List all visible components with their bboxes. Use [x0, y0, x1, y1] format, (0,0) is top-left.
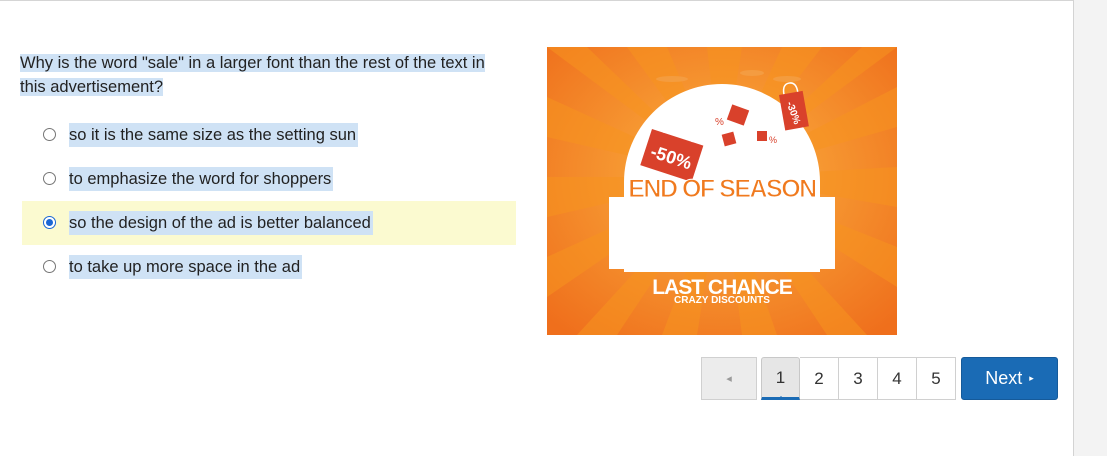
page-5-button[interactable]: 5 [917, 357, 956, 400]
page-4-button[interactable]: 4 [878, 357, 917, 400]
next-button[interactable]: Next ▸ [961, 357, 1058, 400]
caret-right-icon: ▸ [1029, 373, 1034, 383]
svg-text:%: % [769, 135, 777, 145]
choice-label: to emphasize the word for shoppers [69, 167, 334, 191]
previous-page-button[interactable]: ◂ [701, 357, 757, 400]
radio-button-checked[interactable] [43, 216, 56, 229]
next-button-label: Next [985, 368, 1023, 388]
page-2-button[interactable]: 2 [800, 357, 839, 400]
answer-choices: so it is the same size as the setting su… [22, 113, 516, 289]
radio-button[interactable] [43, 260, 56, 273]
ad-end-of-season: END OF SEASON [628, 175, 816, 203]
choice-4[interactable]: to take up more space in the ad [22, 245, 516, 289]
question-text: Why is the word "sale" in a larger font … [20, 54, 485, 96]
sale-advertisement-image: -50% -30% % % END OF SEASON SALE LAST CH… [547, 47, 897, 335]
radio-button[interactable] [43, 172, 56, 185]
page-3-button[interactable]: 3 [839, 357, 878, 400]
page-1-button[interactable]: 1 [761, 357, 800, 400]
scrollbar-track[interactable] [1073, 0, 1107, 456]
quiz-panel: Why is the word "sale" in a larger font … [0, 0, 1073, 456]
choice-3[interactable]: so the design of the ad is better balanc… [22, 201, 516, 245]
choice-1[interactable]: so it is the same size as the setting su… [22, 113, 516, 157]
caret-left-icon: ◂ [726, 373, 732, 385]
choice-label: to take up more space in the ad [69, 255, 303, 279]
radio-button[interactable] [43, 128, 56, 141]
choice-label: so it is the same size as the setting su… [69, 123, 359, 147]
ad-sale: SALE [633, 200, 812, 278]
ad-crazy-discounts: CRAZY DISCOUNTS [674, 295, 770, 306]
pagination: ◂ 1 2 3 4 5 [701, 357, 956, 400]
svg-text:%: % [715, 117, 724, 128]
choice-2[interactable]: to emphasize the word for shoppers [22, 157, 516, 201]
choice-label: so the design of the ad is better balanc… [69, 211, 373, 235]
